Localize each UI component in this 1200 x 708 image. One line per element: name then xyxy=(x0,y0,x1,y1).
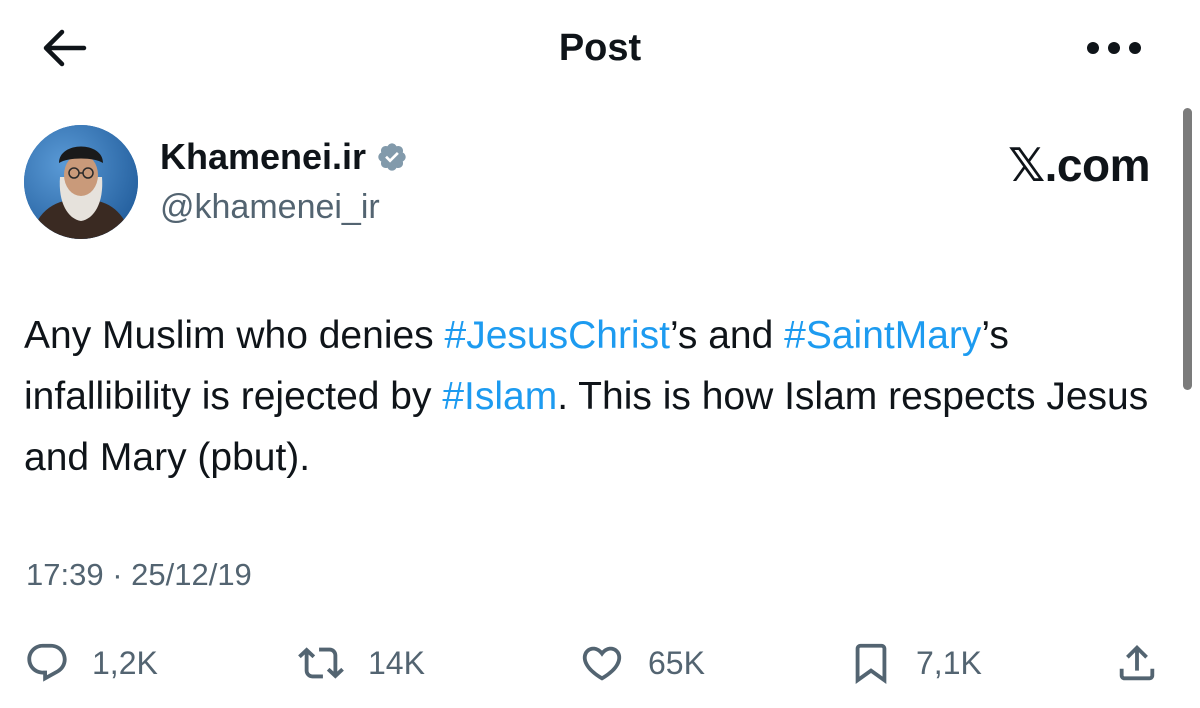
repost-icon xyxy=(298,647,344,679)
page-title: Post xyxy=(558,27,642,69)
bookmark-button[interactable]: 7,1K xyxy=(848,638,982,688)
tweet-timestamp[interactable]: 17:39 · 25/12/19 xyxy=(26,555,252,595)
bookmark-icon xyxy=(855,643,887,684)
more-horizontal-icon xyxy=(1087,42,1141,54)
arrow-left-icon xyxy=(43,29,87,67)
repost-count: 14K xyxy=(368,645,425,681)
tweet-text-segment: ’s and xyxy=(669,314,785,357)
author-handle[interactable]: @khamenei_ir xyxy=(160,186,380,228)
bookmark-count: 7,1K xyxy=(916,645,982,681)
share-icon xyxy=(1119,644,1155,681)
hashtag-link[interactable]: #Islam xyxy=(442,375,557,418)
reply-icon xyxy=(27,643,67,682)
hashtag-link[interactable]: #SaintMary xyxy=(784,314,981,357)
tweet-text-segment: Any Muslim who denies xyxy=(24,314,445,357)
reply-button[interactable]: 1,2K xyxy=(24,638,158,688)
reply-count: 1,2K xyxy=(92,645,158,681)
verified-badge-icon xyxy=(376,141,408,173)
scrollbar[interactable] xyxy=(1183,108,1192,390)
avatar[interactable] xyxy=(24,125,138,239)
x-com-watermark: 𝕏.com xyxy=(1008,139,1150,191)
share-button[interactable] xyxy=(1114,638,1160,688)
back-button[interactable] xyxy=(36,24,92,72)
avatar-image xyxy=(24,125,138,239)
hashtag-link[interactable]: #JesusChrist xyxy=(445,314,670,357)
repost-button[interactable]: 14K xyxy=(296,638,425,688)
like-button[interactable]: 65K xyxy=(578,638,705,688)
heart-icon xyxy=(582,646,622,681)
like-count: 65K xyxy=(648,645,705,681)
author-name-row[interactable]: Khamenei.ir xyxy=(160,134,408,180)
display-name[interactable]: Khamenei.ir xyxy=(160,134,366,180)
top-bar: Post xyxy=(0,0,1200,100)
more-options-button[interactable] xyxy=(1082,28,1146,68)
tweet-text: Any Muslim who denies #JesusChrist’s and… xyxy=(24,305,1174,488)
